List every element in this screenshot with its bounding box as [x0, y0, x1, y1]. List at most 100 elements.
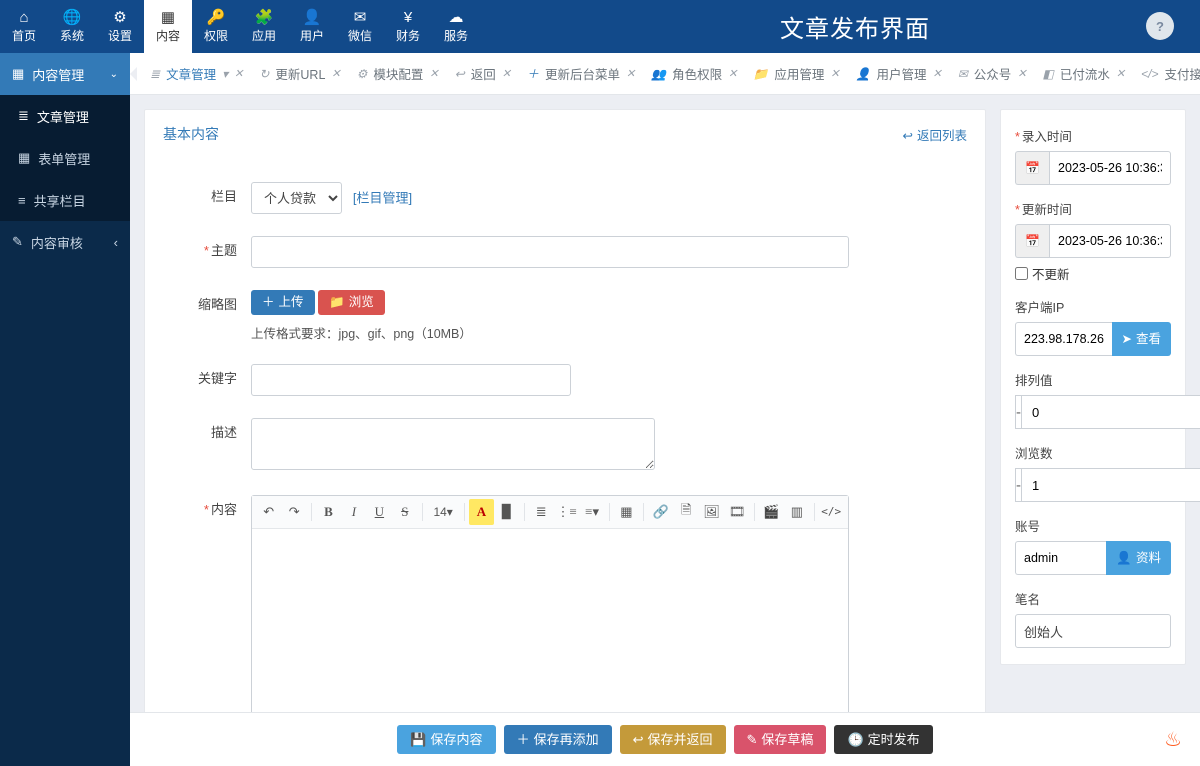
- category-manage-link[interactable]: [栏目管理]: [353, 191, 412, 206]
- view-ip-button[interactable]: ➤查看: [1112, 322, 1172, 356]
- nav-home[interactable]: ⌂首页: [0, 0, 48, 53]
- tab-update-admin-menu[interactable]: ＋更新后台菜单✕: [521, 59, 641, 89]
- label-input-time: 录入时间: [1022, 130, 1072, 144]
- account-input[interactable]: [1015, 541, 1106, 575]
- nav-system[interactable]: 🌐系统: [48, 0, 96, 53]
- browse-button[interactable]: 📁浏览: [318, 290, 385, 315]
- input-time-input[interactable]: [1049, 151, 1171, 185]
- save-draft-button[interactable]: ✎保存草稿: [734, 725, 827, 754]
- sidebar-item-shared[interactable]: ≡共享栏目: [0, 179, 130, 221]
- calendar-icon: 📅: [1015, 224, 1049, 258]
- label-subject: 主题: [211, 243, 237, 258]
- folder-icon: 📁: [329, 296, 345, 309]
- strike-button[interactable]: S: [392, 499, 417, 525]
- views-input[interactable]: [1022, 468, 1200, 502]
- align-button[interactable]: ≡▾: [579, 499, 604, 525]
- category-select[interactable]: 个人贷款: [251, 182, 342, 214]
- ordered-list-button[interactable]: ≣: [529, 499, 554, 525]
- avatar[interactable]: ?: [1146, 12, 1174, 40]
- font-color-button[interactable]: A: [469, 499, 494, 525]
- update-time-input[interactable]: [1049, 224, 1171, 258]
- undo-button[interactable]: ↶: [256, 499, 281, 525]
- tab-update-url[interactable]: ↻更新URL✕: [253, 59, 346, 89]
- close-icon[interactable]: ✕: [429, 67, 438, 80]
- sort-input[interactable]: [1022, 395, 1200, 429]
- save-button[interactable]: 💾保存内容: [397, 725, 495, 754]
- tab-articles[interactable]: ≣文章管理▾✕: [144, 59, 249, 89]
- schedule-button[interactable]: 🕒定时发布: [834, 725, 932, 754]
- close-icon[interactable]: ✕: [626, 67, 635, 80]
- bg-color-button[interactable]: ▉: [494, 499, 519, 525]
- sidebar-item-review[interactable]: ✎内容审核‹: [0, 221, 130, 263]
- table-button[interactable]: ▦: [614, 499, 639, 525]
- grid-icon: ▦: [12, 66, 24, 82]
- keywords-input[interactable]: [251, 364, 571, 396]
- code-icon: </>: [1141, 67, 1158, 81]
- save-icon: 💾: [410, 733, 426, 746]
- panel-title: 基本内容: [163, 124, 219, 144]
- tab-module-cfg[interactable]: ⚙模块配置✕: [351, 59, 445, 89]
- desc-textarea[interactable]: [251, 418, 655, 470]
- sidebar-item-forms[interactable]: ▦表单管理: [0, 137, 130, 179]
- nav-content[interactable]: ▦内容: [144, 0, 192, 53]
- tab-paid-flow[interactable]: ◧已付流水✕: [1037, 59, 1132, 89]
- client-ip-input[interactable]: [1015, 322, 1112, 356]
- embed-button[interactable]: ▥: [784, 499, 809, 525]
- profile-button[interactable]: 👤资料: [1106, 541, 1171, 575]
- redo-button[interactable]: ↷: [281, 499, 306, 525]
- sidebar: ▦ 内容管理 ⌄ ≣文章管理 ▦表单管理 ≡共享栏目 ✎内容审核‹: [0, 53, 130, 766]
- file-button[interactable]: 🗎: [674, 499, 699, 525]
- page-title: 文章发布界面: [780, 0, 930, 53]
- tab-user-mgmt[interactable]: 👤用户管理✕: [850, 59, 948, 89]
- sidebar-item-articles[interactable]: ≣文章管理: [0, 95, 130, 137]
- source-button[interactable]: </>: [819, 499, 844, 525]
- close-icon[interactable]: ✕: [502, 67, 511, 80]
- nav-settings[interactable]: ⚙设置: [96, 0, 144, 53]
- fontsize-select[interactable]: 14 ▾: [426, 499, 459, 525]
- save-add-button[interactable]: ＋保存再添加: [504, 725, 612, 754]
- back-to-list-link[interactable]: 返回列表: [903, 125, 968, 144]
- decrement-button[interactable]: -: [1015, 468, 1022, 502]
- nav-finance[interactable]: ¥财务: [384, 0, 432, 53]
- save-back-button[interactable]: ↩保存并返回: [620, 725, 726, 754]
- close-icon[interactable]: ✕: [234, 67, 243, 80]
- sidebar-group-content[interactable]: ▦ 内容管理 ⌄: [0, 53, 130, 95]
- tab-role-perm[interactable]: 👥角色权限✕: [645, 59, 743, 89]
- label-content: 内容: [211, 502, 237, 517]
- unordered-list-button[interactable]: ⋮≡: [554, 499, 579, 525]
- tab-pay-api[interactable]: </>支付接口✕: [1135, 59, 1200, 89]
- nav-wechat[interactable]: ✉微信: [336, 0, 384, 53]
- tab-app-mgmt[interactable]: 📁应用管理✕: [747, 59, 845, 89]
- sort-stepper[interactable]: - +: [1015, 395, 1171, 429]
- tab-back[interactable]: ↩返回✕: [449, 59, 517, 89]
- close-icon[interactable]: ✕: [728, 67, 737, 80]
- nav-permission[interactable]: 🔑权限: [192, 0, 240, 53]
- wechat-icon: ✉: [354, 10, 367, 25]
- nav-apps[interactable]: 🧩应用: [240, 0, 288, 53]
- table-icon: ▦: [18, 150, 30, 166]
- tab-wechat-mp[interactable]: ✉公众号✕: [952, 59, 1033, 89]
- close-icon[interactable]: ✕: [1017, 67, 1026, 80]
- subject-input[interactable]: [251, 236, 849, 268]
- nav-service[interactable]: ☁服务: [432, 0, 480, 53]
- flame-icon[interactable]: ♨: [1164, 727, 1182, 752]
- media-button[interactable]: 🎞: [724, 499, 749, 525]
- close-icon[interactable]: ✕: [830, 67, 839, 80]
- input-time-field[interactable]: 📅: [1015, 151, 1171, 185]
- italic-button[interactable]: I: [341, 499, 366, 525]
- update-time-field[interactable]: 📅: [1015, 224, 1171, 258]
- video-button[interactable]: 🎬: [759, 499, 784, 525]
- close-icon[interactable]: ✕: [933, 67, 942, 80]
- link-button[interactable]: 🔗: [648, 499, 673, 525]
- no-update-checkbox[interactable]: 不更新: [1015, 264, 1171, 283]
- upload-button[interactable]: ＋上传: [251, 290, 315, 315]
- bold-button[interactable]: B: [316, 499, 341, 525]
- underline-button[interactable]: U: [367, 499, 392, 525]
- close-icon[interactable]: ✕: [1116, 67, 1125, 80]
- nav-user[interactable]: 👤用户: [288, 0, 336, 53]
- close-icon[interactable]: ✕: [331, 67, 340, 80]
- image-button[interactable]: 🖼: [699, 499, 724, 525]
- decrement-button[interactable]: -: [1015, 395, 1022, 429]
- penname-input[interactable]: [1015, 614, 1171, 648]
- views-stepper[interactable]: - +: [1015, 468, 1171, 502]
